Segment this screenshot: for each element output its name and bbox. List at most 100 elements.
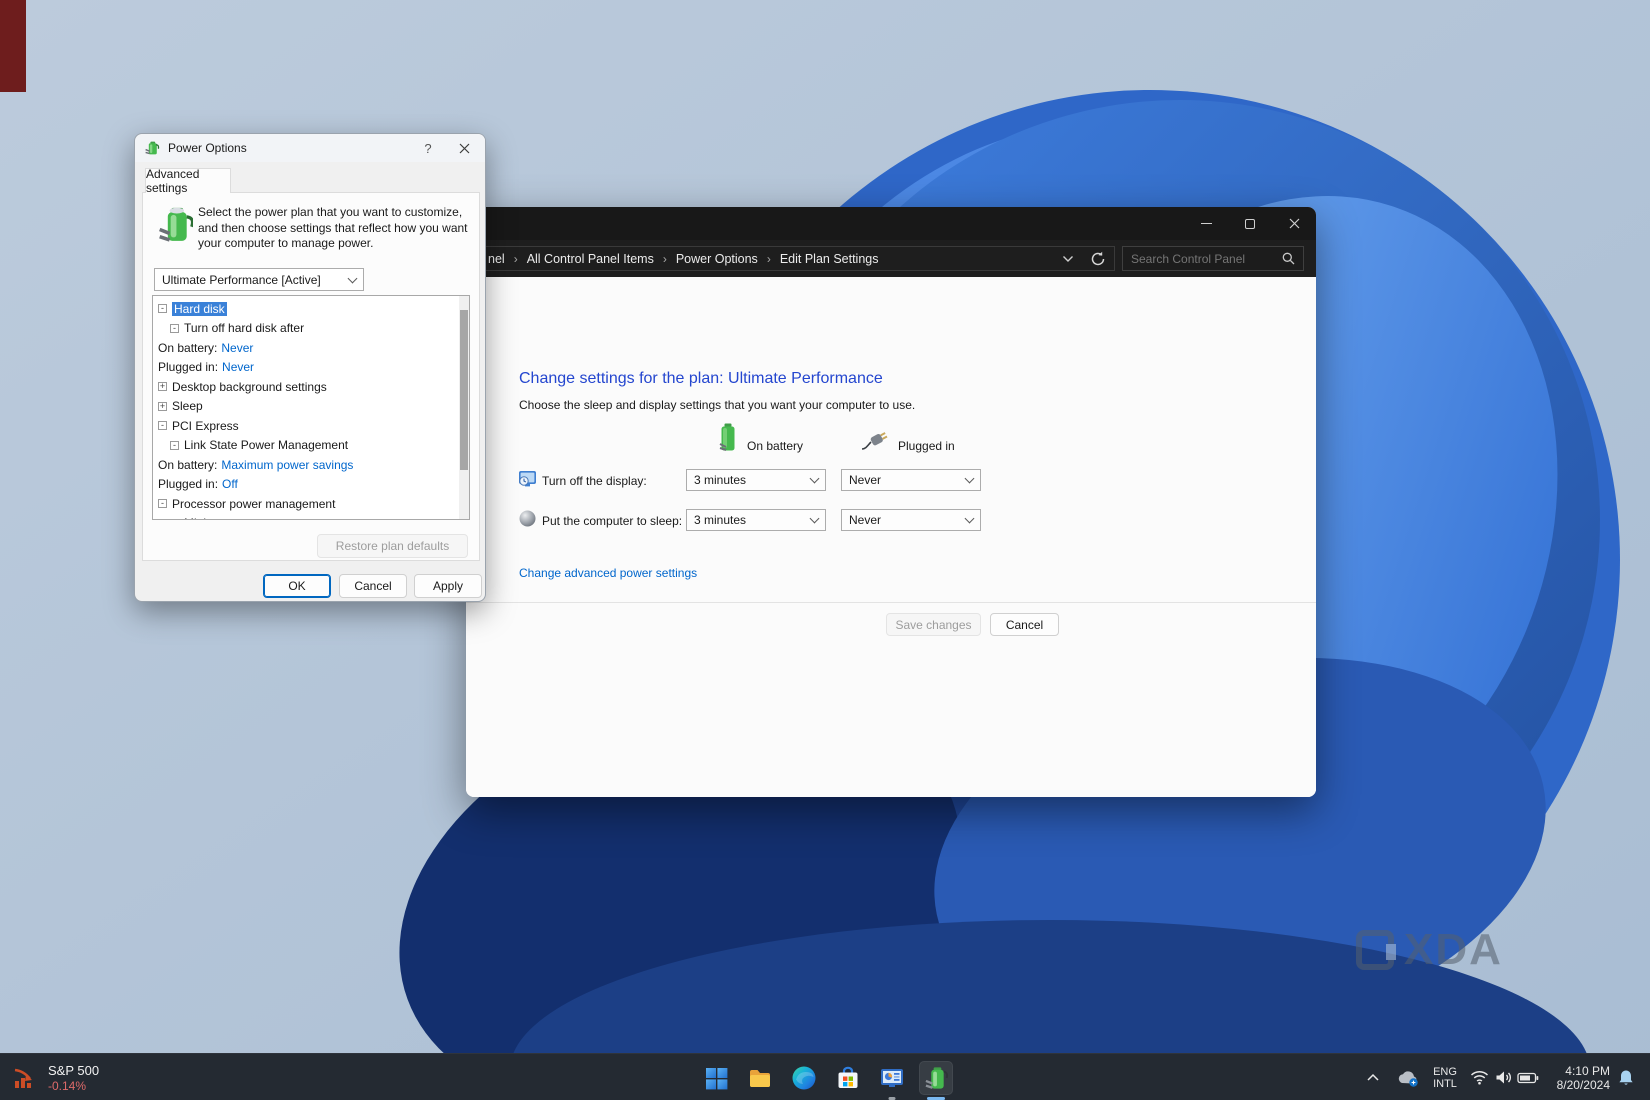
expand-icon[interactable]: + xyxy=(158,401,167,411)
dialog-titlebar[interactable]: Power Options ? xyxy=(135,134,485,162)
advanced-settings-tab-page: Select the power plan that you want to c… xyxy=(142,192,480,561)
collapse-icon[interactable]: - xyxy=(158,499,167,509)
breadcrumb-power-options[interactable]: Power Options xyxy=(674,252,760,266)
language-line1: ENG xyxy=(1433,1065,1457,1078)
collapse-icon[interactable]: - xyxy=(158,304,167,314)
start-button[interactable] xyxy=(699,1061,733,1095)
tree-item-link-state-power-management[interactable]: - Link State Power Management xyxy=(153,436,459,456)
breadcrumb-control-panel[interactable]: nel xyxy=(486,252,507,266)
taskbar: S&P 500 -0.14% ENG INTL 4:10 PM 8/20/202… xyxy=(0,1053,1650,1100)
dialog-close-button[interactable] xyxy=(447,134,481,162)
tree-item-desktop-background-settings[interactable]: + Desktop background settings xyxy=(153,377,459,397)
tree-item-pci-express[interactable]: - PCI Express xyxy=(153,416,459,436)
cancel-button[interactable]: Cancel xyxy=(990,613,1059,636)
tree-item-label: Plugged in: xyxy=(158,477,219,492)
battery-tray-button[interactable] xyxy=(1514,1054,1542,1100)
sleep-icon xyxy=(519,510,536,527)
address-dropdown-icon[interactable] xyxy=(1062,255,1074,263)
search-input[interactable] xyxy=(1123,251,1275,266)
power-options-taskbar-button[interactable] xyxy=(919,1061,953,1100)
control-panel-button[interactable] xyxy=(875,1061,909,1100)
sleep-plugged-in-dropdown[interactable]: Never xyxy=(841,509,981,531)
breadcrumb-edit-plan-settings[interactable]: Edit Plan Settings xyxy=(778,252,881,266)
plugged-in-icon xyxy=(861,432,888,450)
tree-item-processor-power-management[interactable]: - Processor power management xyxy=(153,494,459,514)
tree-scrollbar[interactable] xyxy=(459,296,469,519)
turn-off-display-label: Turn off the display: xyxy=(542,474,647,488)
wifi-icon xyxy=(1470,1071,1488,1085)
setting-value-link[interactable]: Maximum power savings xyxy=(221,458,353,472)
breadcrumb-all-control-panel-items[interactable]: All Control Panel Items xyxy=(525,252,656,266)
control-panel-window: nel › All Control Panel Items › Power Op… xyxy=(466,207,1316,797)
maximize-button[interactable] xyxy=(1228,207,1272,240)
search-icon xyxy=(1282,252,1295,265)
xda-watermark: XDA xyxy=(1356,928,1503,972)
dropdown-value: Never xyxy=(849,513,882,527)
power-options-icon xyxy=(145,141,160,155)
chevron-down-icon xyxy=(809,473,820,484)
restore-plan-defaults-button[interactable]: Restore plan defaults xyxy=(317,534,468,558)
tree-item-label: Desktop background settings xyxy=(172,379,327,394)
tree-item-hard-disk[interactable]: - Hard disk xyxy=(153,299,459,319)
power-options-dialog: Power Options ? Advanced settings Select… xyxy=(134,133,486,602)
onedrive-cloud-icon xyxy=(1398,1070,1418,1087)
close-button[interactable] xyxy=(1272,207,1316,240)
stock-change: -0.14% xyxy=(48,1079,87,1093)
control-panel-icon xyxy=(881,1069,903,1087)
setting-value-link[interactable]: Off xyxy=(222,477,238,491)
tree-item-label: Hard disk xyxy=(172,301,227,316)
change-advanced-power-settings-link[interactable]: Change advanced power settings xyxy=(519,566,697,580)
power-plan-dropdown[interactable]: Ultimate Performance [Active] xyxy=(154,268,364,291)
clock-tray-button[interactable]: 4:10 PM 8/20/2024 xyxy=(1548,1054,1610,1100)
collapse-icon[interactable]: - xyxy=(170,440,179,450)
computer-sleep-label: Put the computer to sleep: xyxy=(542,514,683,528)
dropdown-value: 3 minutes xyxy=(694,473,747,487)
ok-button[interactable]: OK xyxy=(263,574,331,598)
widgets-button[interactable]: S&P 500 -0.14% xyxy=(12,1058,162,1098)
sleep-on-battery-dropdown[interactable]: 3 minutes xyxy=(686,509,826,531)
search-box[interactable] xyxy=(1122,246,1304,271)
edge-button[interactable] xyxy=(787,1061,821,1095)
save-changes-button[interactable]: Save changes xyxy=(886,613,981,636)
file-explorer-button[interactable] xyxy=(743,1061,777,1095)
display-plugged-in-dropdown[interactable]: Never xyxy=(841,469,981,491)
wifi-tray-button[interactable] xyxy=(1466,1054,1492,1100)
control-panel-titlebar[interactable] xyxy=(466,207,1316,240)
tree-item-turn-off-hard-disk-after[interactable]: - Turn off hard disk after xyxy=(153,319,459,339)
dropdown-value: 3 minutes xyxy=(694,513,747,527)
microsoft-store-button[interactable] xyxy=(831,1061,865,1095)
scrollbar-thumb[interactable] xyxy=(460,310,468,470)
onedrive-tray-button[interactable] xyxy=(1392,1054,1424,1100)
display-icon xyxy=(519,471,536,487)
refresh-icon[interactable] xyxy=(1090,251,1106,267)
setting-value-link[interactable]: Never xyxy=(221,341,253,355)
dialog-title: Power Options xyxy=(168,141,247,155)
collapse-icon[interactable]: - xyxy=(170,323,179,333)
language-indicator[interactable]: ENG INTL xyxy=(1428,1054,1462,1100)
apply-button[interactable]: Apply xyxy=(414,574,482,598)
tree-item-sleep[interactable]: + Sleep xyxy=(153,397,459,417)
collapse-icon[interactable]: - xyxy=(158,421,167,431)
notification-center-button[interactable] xyxy=(1612,1054,1640,1100)
tree-item-label: Link State Power Management xyxy=(184,438,349,453)
cancel-button[interactable]: Cancel xyxy=(339,574,407,598)
minimize-button[interactable] xyxy=(1184,207,1228,240)
collapse-icon[interactable]: - xyxy=(170,518,179,519)
tab-advanced-settings[interactable]: Advanced settings xyxy=(145,167,231,195)
chevron-down-icon xyxy=(347,273,358,283)
language-line2: INTL xyxy=(1433,1077,1457,1090)
file-explorer-icon xyxy=(750,1070,770,1087)
tree-item-clipped[interactable]: - Minimum processor state xyxy=(153,514,459,519)
breadcrumb[interactable]: nel › All Control Panel Items › Power Op… xyxy=(479,246,1115,271)
help-button[interactable]: ? xyxy=(413,134,443,162)
battery-icon xyxy=(1517,1072,1539,1083)
tray-chevron-up-button[interactable] xyxy=(1360,1054,1386,1100)
setting-value-link[interactable]: Never xyxy=(222,360,254,374)
display-on-battery-dropdown[interactable]: 3 minutes xyxy=(686,469,826,491)
edge-icon xyxy=(792,1066,816,1090)
tree-item-label: Turn off hard disk after xyxy=(184,321,305,336)
chevron-down-icon xyxy=(809,513,820,524)
dialog-description: Select the power plan that you want to c… xyxy=(198,205,468,250)
dropdown-value: Never xyxy=(849,473,882,487)
expand-icon[interactable]: + xyxy=(158,382,167,392)
